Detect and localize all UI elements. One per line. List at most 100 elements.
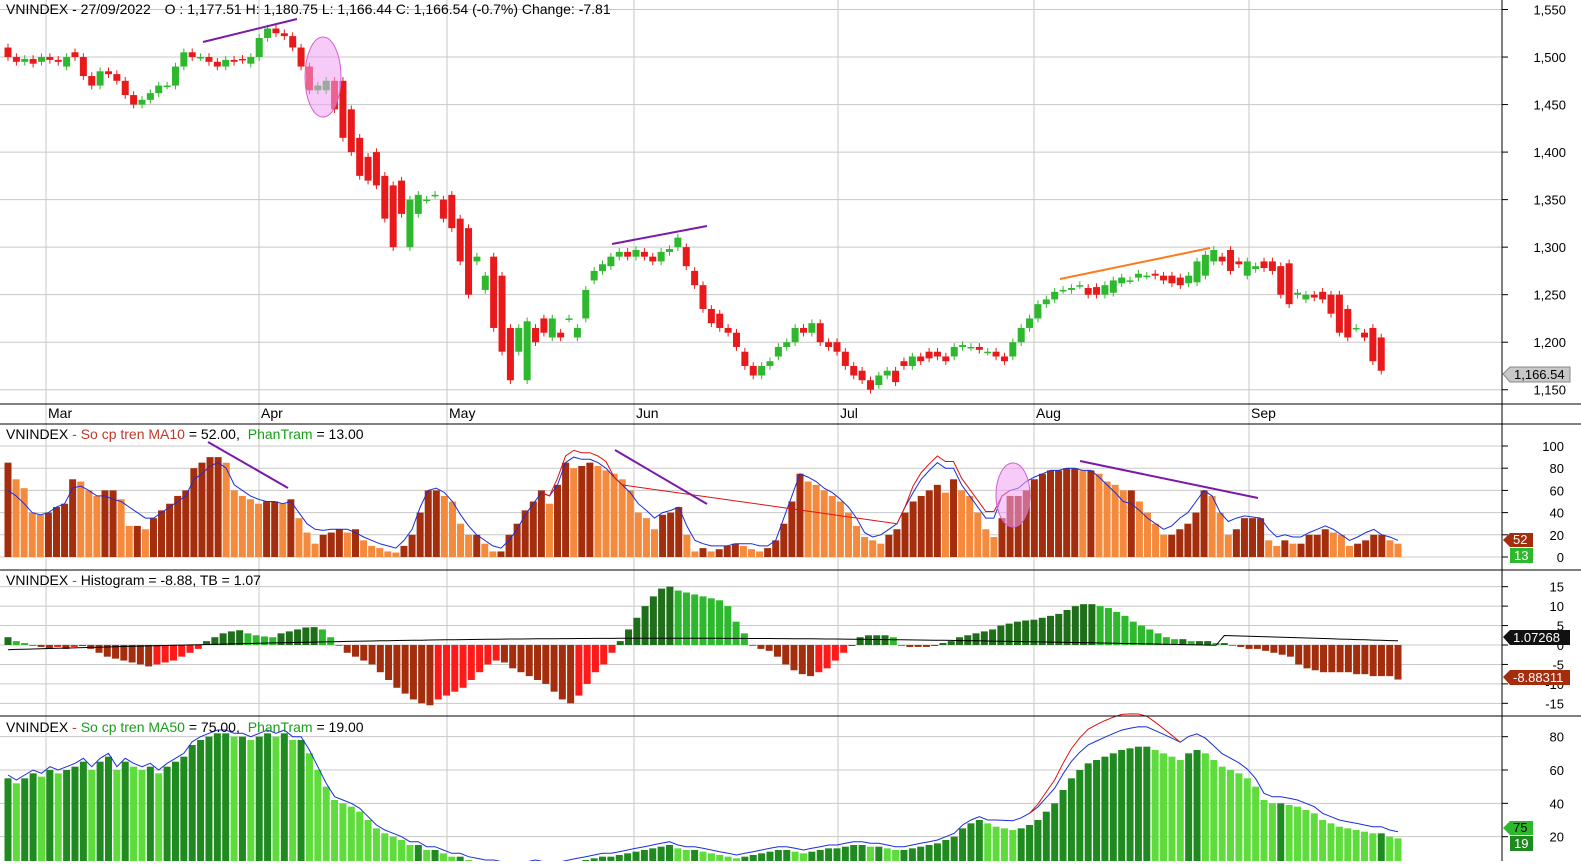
ma50-bar [1294, 806, 1302, 866]
ma50-bar [188, 745, 196, 866]
candle-body [1210, 250, 1218, 262]
hist-bar [773, 645, 781, 657]
hist-bar [1361, 645, 1369, 675]
ma50-bar [197, 740, 205, 866]
ma10-bar [982, 529, 990, 557]
candle-body [649, 256, 657, 262]
ma10-bar [974, 512, 982, 557]
month-label: Apr [261, 405, 283, 421]
ma10-bar [295, 518, 303, 557]
highlight-ellipse [995, 462, 1031, 528]
ma10-bar [20, 488, 28, 557]
hist-bar [4, 637, 12, 645]
candle-body [1093, 287, 1101, 295]
candle-body [833, 342, 841, 352]
ma10-bar [586, 462, 594, 557]
candle-body [825, 342, 833, 347]
ma10-bar [327, 532, 335, 557]
ma50-title: VNINDEX - So cp tren MA50 = 75.00, PhanT… [6, 719, 364, 735]
ma50-bar [1034, 820, 1042, 866]
candle-body [506, 327, 514, 381]
ma10-bar [1095, 473, 1103, 557]
candle-body [1218, 256, 1226, 262]
candle-body [29, 58, 37, 64]
hist-bar [980, 631, 988, 645]
hist-bar [1262, 645, 1270, 651]
hist-bar [1328, 645, 1336, 673]
ma10-bar [1386, 540, 1394, 557]
svg-text:1.07268: 1.07268 [1513, 630, 1560, 645]
ma50-bar [322, 786, 330, 866]
svg-text:75: 75 [1513, 820, 1527, 835]
hist-bar [864, 635, 872, 645]
trendline [202, 18, 298, 43]
ma10-bar [602, 470, 610, 557]
candle-body [1151, 273, 1159, 276]
hist-bar [476, 645, 484, 673]
ma10-bar [497, 551, 505, 557]
ma10-bar [4, 462, 12, 557]
ma50-bar [113, 770, 121, 866]
ma10-bar [1184, 523, 1192, 557]
candle-body [590, 270, 598, 281]
candle-body [4, 47, 12, 58]
candle-body [657, 251, 665, 262]
ma50-bar [791, 851, 799, 866]
ma10-bar [1370, 534, 1378, 557]
ma10-badge-52: 52 [1503, 532, 1533, 547]
candle-body [707, 308, 715, 324]
ma50-bar [1335, 826, 1343, 866]
hist-bar [1377, 645, 1385, 677]
ma10-bar [1119, 490, 1127, 557]
ma50-bar [456, 856, 464, 866]
candle-body [1369, 327, 1377, 362]
hist-bar [418, 645, 426, 704]
candle-body [79, 57, 87, 77]
ma50-bar [1009, 830, 1017, 866]
hist-bar [1245, 645, 1253, 649]
candle-body [439, 199, 447, 219]
hist-bar [128, 645, 136, 663]
ma10-bar [1265, 540, 1273, 557]
ma10-bar [303, 532, 311, 557]
hist-bar [608, 645, 616, 653]
ma10-bar [578, 465, 586, 557]
ma10-bar [1192, 512, 1200, 557]
ma50-bar [230, 736, 238, 866]
ma50-bar [883, 848, 891, 866]
ma50-bar [331, 800, 339, 866]
candle-body [1285, 263, 1293, 305]
ma50-bar [1176, 760, 1184, 866]
candle-body [297, 47, 305, 67]
hist-bar [641, 606, 649, 645]
ma10-bar [893, 529, 901, 557]
highlight-ellipse [304, 36, 342, 118]
ma10-bar [1160, 534, 1168, 557]
ma10-bar [279, 503, 287, 557]
candle-body [1344, 308, 1352, 338]
candle-body [959, 345, 967, 347]
ma50-bar [1042, 811, 1050, 866]
candle-body [942, 356, 950, 362]
ma10-bar [400, 545, 408, 557]
ma10-bar [925, 490, 933, 557]
ma50-bar [758, 853, 766, 866]
ma50-bar [1235, 773, 1243, 866]
ma50-bar [1101, 756, 1109, 866]
ma10-bar [1232, 529, 1240, 557]
ma50-bar [71, 766, 79, 866]
ma10-bar [1249, 518, 1257, 557]
ma50-bar [1302, 810, 1310, 866]
hist-bar [1063, 610, 1071, 645]
ma10-bar [1346, 545, 1354, 557]
ma10-bar [626, 490, 634, 557]
ma50-bar [1352, 830, 1360, 866]
candle-body [414, 194, 422, 214]
hist-bar [37, 645, 45, 647]
candle-body [557, 332, 565, 338]
hist-bar [1096, 606, 1104, 645]
candle-body [883, 370, 891, 376]
ma50-bar [356, 811, 364, 866]
candle-body [88, 76, 96, 86]
candle-body [1000, 356, 1008, 362]
